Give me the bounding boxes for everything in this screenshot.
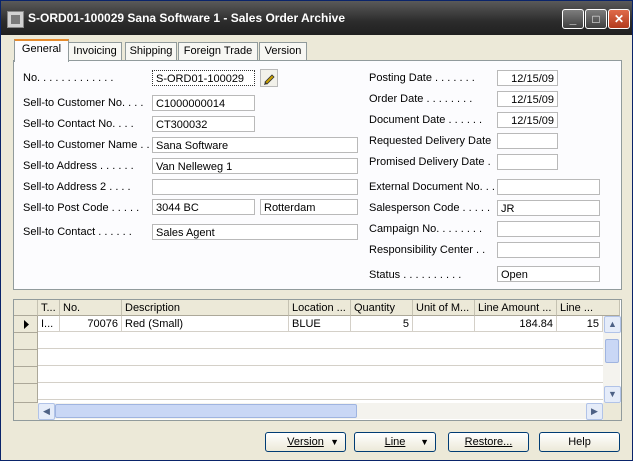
sell-to-customer-no-field[interactable]: C1000000014: [152, 95, 255, 111]
column-header-no[interactable]: No.: [60, 300, 122, 316]
sell-to-post-code-field[interactable]: 3044 BC: [152, 199, 255, 215]
app-window-icon[interactable]: [7, 11, 24, 28]
column-header-line-amount[interactable]: Line Amount ...: [475, 300, 557, 316]
table-row-line[interactable]: 15: [557, 316, 603, 332]
maximize-button[interactable]: □: [585, 9, 607, 29]
sell-to-contact-label: Sell-to Contact . . . . . .: [23, 226, 132, 238]
close-button[interactable]: ✕: [608, 9, 630, 29]
column-header-line-discount[interactable]: Line ...: [557, 300, 620, 316]
table-row-type[interactable]: I...: [38, 316, 60, 332]
promised-delivery-date-field[interactable]: [497, 154, 558, 170]
column-header-type[interactable]: T...: [38, 300, 60, 316]
vertical-scroll-thumb[interactable]: [605, 339, 619, 363]
sell-to-address-field[interactable]: Van Nelleweg 1: [152, 158, 358, 174]
table-row-line-amount[interactable]: 184.84: [475, 316, 557, 332]
edit-pencil-icon[interactable]: [260, 69, 278, 87]
version-menu-button[interactable]: Version ▼: [265, 432, 346, 452]
responsibility-center-field[interactable]: [497, 242, 600, 258]
horizontal-scroll-thumb[interactable]: [55, 404, 357, 418]
posting-date-label: Posting Date . . . . . . .: [369, 72, 475, 84]
scroll-left-icon[interactable]: ◀: [38, 403, 55, 420]
column-header-unit-of-measure[interactable]: Unit of M...: [413, 300, 475, 316]
row-selector[interactable]: [14, 350, 38, 367]
requested-delivery-date-label: Requested Delivery Date: [369, 135, 492, 147]
row-selector[interactable]: [14, 367, 38, 384]
posting-date-field[interactable]: 12/15/09: [497, 70, 558, 86]
table-row-description[interactable]: Red (Small): [122, 316, 289, 332]
campaign-no-label: Campaign No. . . . . . . .: [369, 223, 483, 235]
document-date-field[interactable]: 12/15/09: [497, 112, 558, 128]
table-row-no[interactable]: 70076: [60, 316, 122, 332]
tab-shipping[interactable]: Shipping: [125, 42, 177, 60]
grid-footer-corner: [14, 403, 38, 420]
restore-button-label: Restore...: [464, 436, 513, 448]
requested-delivery-date-field[interactable]: [497, 133, 558, 149]
line-menu-button[interactable]: Line ▼: [354, 432, 436, 452]
help-button[interactable]: Help: [539, 432, 620, 452]
sell-to-customer-name-label: Sell-to Customer Name . .: [23, 139, 150, 151]
status-field[interactable]: Open: [497, 266, 600, 282]
table-row[interactable]: [38, 367, 603, 383]
table-row[interactable]: [38, 333, 603, 349]
campaign-no-field[interactable]: [497, 221, 600, 237]
external-document-no-field[interactable]: [497, 179, 600, 195]
table-row[interactable]: [38, 384, 603, 400]
promised-delivery-date-label: Promised Delivery Date .: [369, 156, 491, 168]
help-button-label: Help: [568, 436, 591, 448]
tab-general[interactable]: General: [14, 39, 69, 62]
column-header-quantity[interactable]: Quantity: [351, 300, 413, 316]
no-label: No. . . . . . . . . . . . .: [23, 72, 114, 84]
sales-order-archive-window: S-ORD01-100029 Sana Software 1 - Sales O…: [0, 0, 633, 461]
column-header-location[interactable]: Location ...: [289, 300, 351, 316]
tab-version[interactable]: Version: [259, 42, 307, 60]
document-date-label: Document Date . . . . . .: [369, 114, 483, 126]
table-row-uom[interactable]: [413, 316, 475, 332]
sell-to-address-2-label: Sell-to Address 2 . . . .: [23, 181, 131, 193]
general-tab-panel: No. . . . . . . . . . . . . S-ORD01-1000…: [13, 60, 622, 290]
row-selector[interactable]: [14, 316, 38, 333]
no-field[interactable]: S-ORD01-100029: [152, 70, 255, 86]
status-label: Status . . . . . . . . . .: [369, 269, 462, 281]
table-row-quantity[interactable]: 5: [351, 316, 413, 332]
tab-foreign-trade[interactable]: Foreign Trade: [178, 42, 258, 60]
table-row-location[interactable]: BLUE: [289, 316, 351, 332]
sell-to-post-code-label: Sell-to Post Code . . . . .: [23, 202, 140, 214]
scroll-down-icon[interactable]: ▼: [604, 386, 621, 403]
external-document-no-label: External Document No. . .: [369, 181, 495, 193]
row-selector[interactable]: [14, 384, 38, 403]
table-row[interactable]: [38, 350, 603, 366]
sell-to-customer-name-field[interactable]: Sana Software: [152, 137, 358, 153]
line-button-label: Line: [384, 436, 406, 448]
grid-corner-header: [14, 300, 38, 316]
row-selector[interactable]: [14, 333, 38, 350]
responsibility-center-label: Responsibility Center . .: [369, 244, 486, 256]
scroll-up-icon[interactable]: ▲: [604, 316, 621, 333]
order-date-field[interactable]: 12/15/09: [497, 91, 558, 107]
current-row-arrow-icon: [24, 320, 29, 329]
salesperson-code-field[interactable]: JR: [497, 200, 600, 216]
sell-to-address-2-field[interactable]: [152, 179, 358, 195]
horizontal-scrollbar[interactable]: ◀ ▶: [38, 403, 603, 420]
scrollbar-corner: [603, 403, 621, 420]
version-button-label: Version: [287, 436, 324, 448]
sell-to-contact-field[interactable]: Sales Agent: [152, 224, 358, 240]
restore-button[interactable]: Restore...: [448, 432, 529, 452]
vertical-scrollbar[interactable]: ▲ ▼: [603, 316, 621, 403]
window-title: S-ORD01-100029 Sana Software 1 - Sales O…: [28, 11, 346, 25]
scroll-right-icon[interactable]: ▶: [586, 403, 603, 420]
sell-to-address-label: Sell-to Address . . . . . .: [23, 160, 134, 172]
sell-to-customer-no-label: Sell-to Customer No. . . .: [23, 97, 144, 109]
sales-lines-grid: T... No. Description Location ... Quanti…: [13, 299, 622, 421]
title-bar[interactable]: S-ORD01-100029 Sana Software 1 - Sales O…: [1, 1, 632, 35]
minimize-button[interactable]: _: [562, 9, 584, 29]
order-date-label: Order Date . . . . . . . .: [369, 93, 473, 105]
sell-to-contact-no-field[interactable]: CT300032: [152, 116, 255, 132]
column-header-description[interactable]: Description: [122, 300, 289, 316]
sell-to-city-field[interactable]: Rotterdam: [260, 199, 358, 215]
tab-invoicing[interactable]: Invoicing: [68, 42, 122, 60]
salesperson-code-label: Salesperson Code . . . . .: [369, 202, 491, 214]
dropdown-arrow-icon: ▼: [420, 437, 429, 447]
dropdown-arrow-icon: ▼: [330, 437, 339, 447]
sell-to-contact-no-label: Sell-to Contact No. . . .: [23, 118, 134, 130]
